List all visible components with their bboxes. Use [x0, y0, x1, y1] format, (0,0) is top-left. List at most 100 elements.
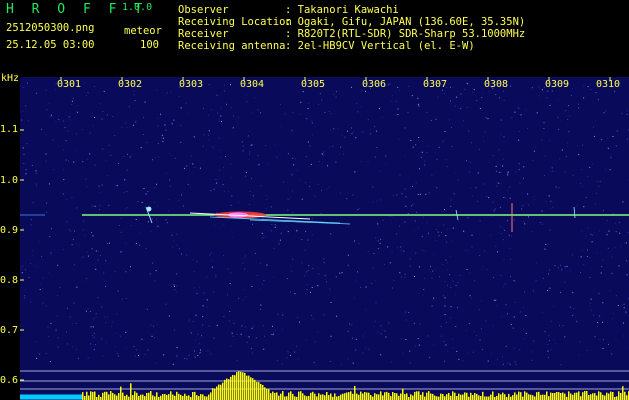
noise-dot: [482, 136, 484, 138]
noise-dot: [265, 145, 267, 147]
noise-dot: [422, 249, 424, 251]
noise-dot: [197, 333, 199, 335]
activity-bar: [256, 382, 258, 400]
noise-dot: [445, 235, 447, 237]
noise-dot: [374, 126, 376, 128]
noise-dot: [266, 198, 268, 200]
noise-dot: [168, 152, 170, 154]
activity-bar: [94, 391, 96, 400]
noise-dot: [503, 197, 505, 198]
activity-bar: [404, 394, 406, 400]
noise-dot: [503, 239, 504, 240]
activity-bar: [258, 382, 260, 400]
noise-dot: [162, 141, 164, 143]
noise-dot: [350, 127, 352, 129]
noise-dot: [297, 358, 299, 360]
noise-dot: [426, 152, 428, 153]
noise-dot: [203, 107, 204, 109]
noise-dot: [76, 348, 77, 350]
noise-dot: [111, 321, 113, 323]
activity-bar: [282, 391, 284, 400]
noise-dot: [480, 300, 482, 302]
noise-dot: [93, 349, 95, 350]
noise-dot: [245, 172, 247, 174]
noise-dot: [620, 246, 622, 248]
noise-dot: [53, 169, 55, 170]
noise-dot: [510, 258, 511, 260]
noise-dot: [157, 143, 159, 144]
noise-dot: [48, 103, 50, 105]
noise-dot: [102, 355, 104, 357]
noise-dot: [311, 122, 313, 124]
activity-bar: [422, 392, 424, 400]
noise-dot: [236, 333, 238, 335]
noise-dot: [152, 159, 153, 161]
noise-dot: [176, 291, 178, 293]
noise-dot: [284, 113, 286, 115]
info-key-observer: Observer: [178, 4, 229, 16]
noise-dot: [238, 297, 240, 299]
noise-dot: [314, 361, 315, 363]
noise-dot: [490, 352, 492, 354]
noise-dot: [310, 291, 311, 293]
noise-dot: [23, 153, 25, 155]
noise-dot: [193, 271, 195, 273]
activity-bar: [286, 396, 288, 400]
noise-dot: [463, 230, 464, 232]
noise-dot: [169, 179, 171, 181]
noise-dot: [125, 242, 127, 244]
noise-dot: [500, 119, 502, 121]
noise-dot: [321, 99, 323, 101]
noise-dot: [76, 104, 78, 106]
activity-bar: [576, 392, 578, 400]
noise-dot: [564, 110, 566, 112]
noise-dot: [102, 111, 104, 112]
noise-dot: [190, 155, 192, 157]
noise-dot: [265, 207, 267, 209]
noise-dot: [59, 286, 61, 288]
noise-dot: [460, 93, 462, 95]
noise-dot: [333, 128, 335, 130]
noise-dot: [375, 302, 377, 304]
noise-dot: [471, 246, 473, 248]
noise-dot: [327, 223, 329, 225]
noise-dot: [367, 161, 369, 163]
noise-dot: [434, 152, 436, 154]
noise-dot: [560, 291, 561, 293]
noise-dot: [66, 343, 68, 345]
noise-dot: [349, 323, 351, 325]
noise-dot: [411, 205, 413, 207]
noise-dot: [403, 250, 405, 252]
noise-dot: [223, 316, 225, 318]
activity-bar: [300, 391, 302, 400]
noise-dot: [110, 154, 112, 156]
activity-bar: [474, 393, 476, 400]
noise-dot: [81, 129, 83, 130]
noise-dot: [86, 94, 87, 96]
noise-dot: [262, 325, 264, 327]
noise-dot: [431, 305, 433, 307]
noise-dot: [136, 349, 137, 351]
noise-dot: [415, 252, 417, 254]
noise-dot: [487, 360, 489, 362]
activity-bar: [346, 392, 348, 400]
activity-bar: [114, 394, 116, 400]
noise-dot: [572, 292, 574, 294]
noise-dot: [264, 335, 266, 337]
noise-dot: [173, 286, 175, 287]
noise-dot: [130, 266, 131, 268]
noise-dot: [533, 196, 535, 198]
noise-dot: [335, 96, 337, 98]
activity-bar: [366, 392, 368, 400]
noise-dot: [62, 193, 64, 195]
noise-dot: [495, 165, 497, 167]
noise-dot: [444, 360, 446, 362]
noise-dot: [99, 205, 101, 207]
noise-dot: [397, 247, 398, 249]
activity-bar: [490, 394, 492, 400]
noise-dot: [479, 255, 481, 256]
noise-dot: [507, 172, 509, 174]
noise-dot: [210, 109, 212, 110]
noise-dot: [362, 335, 364, 337]
noise-dot: [291, 174, 293, 176]
